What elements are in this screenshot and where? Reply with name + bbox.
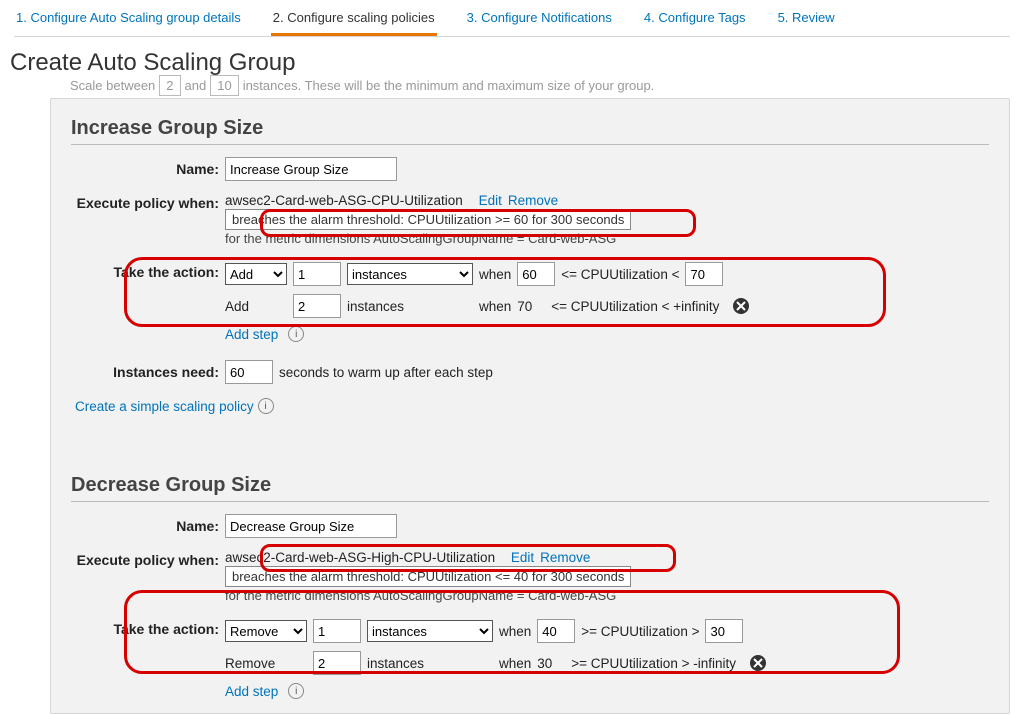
label-execute-policy: Execute policy when: xyxy=(71,193,225,211)
decrease-step1-qty[interactable] xyxy=(313,619,361,643)
decrease-alarm-remove[interactable]: Remove xyxy=(540,550,590,565)
scale-between-hint: Scale between 2 and 10 instances. These … xyxy=(70,75,1024,96)
wizard-step-4[interactable]: 4. Configure Tags xyxy=(642,4,748,36)
label-instances-need: Instances need: xyxy=(71,364,225,380)
increase-threshold: breaches the alarm threshold: CPUUtiliza… xyxy=(225,209,631,230)
decrease-section-title: Decrease Group Size xyxy=(71,474,989,502)
decrease-alarm-name: awsec2-Card-web-ASG-High-CPU-Utilization xyxy=(225,550,495,565)
increase-range1-to[interactable] xyxy=(685,262,723,286)
label-take-action: Take the action: xyxy=(71,619,225,637)
increase-step2-qty[interactable] xyxy=(293,294,341,318)
info-icon[interactable]: i xyxy=(258,398,274,414)
label-execute-policy: Execute policy when: xyxy=(71,550,225,568)
decrease-range1-from[interactable] xyxy=(537,619,575,643)
wizard-step-2[interactable]: 2. Configure scaling policies xyxy=(271,4,437,36)
info-icon[interactable]: i xyxy=(288,683,304,699)
decrease-threshold: breaches the alarm threshold: CPUUtiliza… xyxy=(225,566,631,587)
wizard-step-5[interactable]: 5. Review xyxy=(776,4,837,36)
wizard-step-1[interactable]: 1. Configure Auto Scaling group details xyxy=(14,4,243,36)
increase-range1-from[interactable] xyxy=(517,262,555,286)
increase-alarm-edit[interactable]: Edit xyxy=(479,193,502,208)
increase-name-input[interactable] xyxy=(225,157,397,181)
wizard-steps: 1. Configure Auto Scaling group details … xyxy=(0,0,1024,36)
decrease-add-step[interactable]: Add step xyxy=(225,684,278,699)
increase-dimensions: for the metric dimensions AutoScalingGro… xyxy=(225,231,631,246)
decrease-step2-qty[interactable] xyxy=(313,651,361,675)
increase-alarm-name: awsec2-Card-web-ASG-CPU-Utilization xyxy=(225,193,463,208)
increase-step2-remove-icon[interactable] xyxy=(733,298,749,314)
increase-unit-select[interactable]: instances xyxy=(347,263,473,285)
increase-action-select[interactable]: Add xyxy=(225,263,287,285)
decrease-step2-remove-icon[interactable] xyxy=(750,655,766,671)
decrease-action-select[interactable]: Remove xyxy=(225,620,307,642)
increase-add-step[interactable]: Add step xyxy=(225,327,278,342)
increase-alarm-remove[interactable]: Remove xyxy=(508,193,558,208)
label-name: Name: xyxy=(71,518,225,534)
page-title: Create Auto Scaling Group xyxy=(10,49,1024,77)
increase-step1-qty[interactable] xyxy=(293,262,341,286)
create-simple-policy-link[interactable]: Create a simple scaling policy xyxy=(75,399,254,414)
decrease-unit-select[interactable]: instances xyxy=(367,620,493,642)
decrease-range1-to[interactable] xyxy=(705,619,743,643)
decrease-dimensions: for the metric dimensions AutoScalingGro… xyxy=(225,588,631,603)
warmup-seconds-input[interactable] xyxy=(225,360,273,384)
label-take-action: Take the action: xyxy=(71,262,225,280)
wizard-step-3[interactable]: 3. Configure Notifications xyxy=(465,4,614,36)
label-name: Name: xyxy=(71,161,225,177)
decrease-alarm-edit[interactable]: Edit xyxy=(511,550,534,565)
increase-section-title: Increase Group Size xyxy=(71,117,989,145)
info-icon[interactable]: i xyxy=(288,326,304,342)
decrease-name-input[interactable] xyxy=(225,514,397,538)
